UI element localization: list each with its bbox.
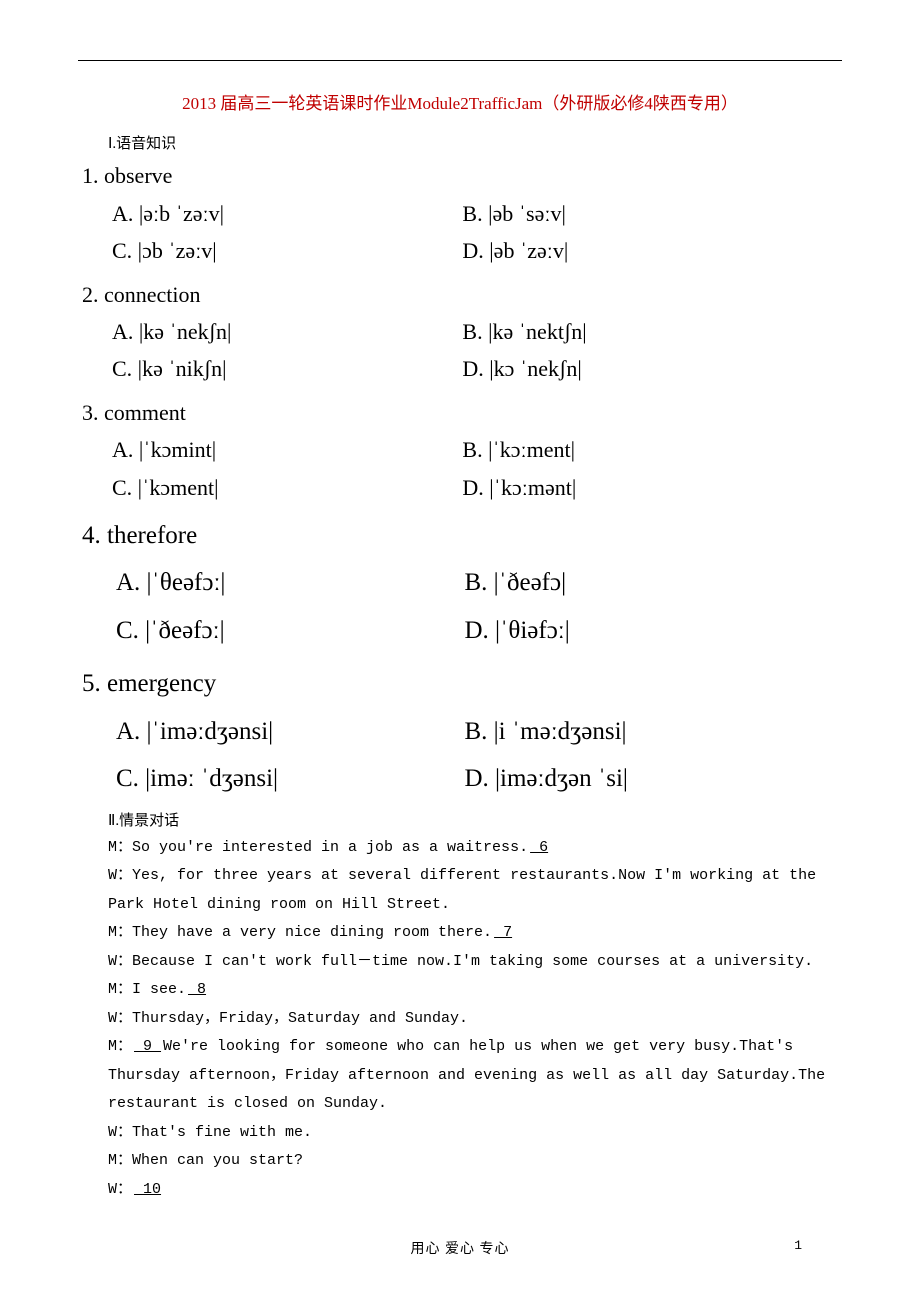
page-container: 2013 届高三一轮英语课时作业Module2TrafficJam（外研版必修4…: [0, 0, 920, 1298]
dlg-6: W：Thursday，Friday，Saturday and Sunday.: [108, 1005, 842, 1034]
q2-option-a: A. |kə ˈnekʃn|: [112, 313, 462, 350]
q1-head: 1. observe: [82, 157, 842, 194]
dlg-6-text: W：Thursday，Friday，Saturday and Sunday.: [108, 1010, 468, 1027]
dlg-3-text: M：They have a very nice dining room ther…: [108, 924, 492, 941]
dlg-7-text: We're looking for someone who can help u…: [108, 1038, 825, 1112]
dlg-10-prefix: W：: [108, 1181, 132, 1198]
dlg-1: M：So you're interested in a job as a wai…: [108, 834, 842, 863]
dlg-4-text: W：Because I can't work full－time now.I'm…: [108, 953, 813, 970]
dlg-5: M：I see. 8: [108, 976, 842, 1005]
dlg-9-text: M：When can you start?: [108, 1152, 303, 1169]
q5-option-d: D. |iməːdʒən ˈsi|: [464, 755, 812, 803]
dlg-10: W： 10: [108, 1176, 842, 1205]
dialogue: M：So you're interested in a job as a wai…: [78, 834, 842, 1205]
question-5: 5. emergency A. |ˈiməːdʒənsi| B. |i ˈməː…: [82, 660, 842, 803]
dlg-8-text: W：That's fine with me.: [108, 1124, 312, 1141]
dlg-2-text: W：Yes, for three years at several differ…: [108, 867, 816, 913]
blank-10: 10: [132, 1181, 163, 1198]
document-title: 2013 届高三一轮英语课时作业Module2TrafficJam（外研版必修4…: [98, 85, 822, 122]
q3-head: 3. comment: [82, 394, 842, 431]
dlg-2: W：Yes, for three years at several differ…: [108, 862, 842, 919]
q5-option-b: B. |i ˈməːdʒənsi|: [464, 708, 812, 756]
q1-option-c: C. |ɔb ˈzəːv|: [112, 232, 462, 269]
dlg-8: W：That's fine with me.: [108, 1119, 842, 1148]
q3-option-c: C. |ˈkɔment|: [112, 469, 462, 506]
blank-7: 7: [492, 924, 514, 941]
blank-8: 8: [186, 981, 208, 998]
q1-option-a: A. |əːb ˈzəːv|: [112, 195, 462, 232]
q5-option-a: A. |ˈiməːdʒənsi|: [116, 708, 464, 756]
page-number: 1: [794, 1238, 802, 1253]
top-rule: [78, 60, 842, 61]
q4-option-a: A. |ˈθeəfɔː|: [116, 559, 464, 607]
q2-option-b: B. |kə ˈnektʃn|: [462, 313, 812, 350]
q4-option-d: D. |ˈθiəfɔː|: [464, 607, 812, 655]
q1-option-d: D. |əb ˈzəːv|: [462, 232, 812, 269]
dlg-1-text: M：So you're interested in a job as a wai…: [108, 839, 528, 856]
dlg-9: M：When can you start?: [108, 1147, 842, 1176]
question-4: 4. therefore A. |ˈθeəfɔː| B. |ˈðeəfɔ| C.…: [82, 512, 842, 655]
q3-option-b: B. |ˈkɔːment|: [462, 431, 812, 468]
question-2: 2. connection A. |kə ˈnekʃn| B. |kə ˈnek…: [82, 276, 842, 388]
dlg-3: M：They have a very nice dining room ther…: [108, 919, 842, 948]
dlg-4: W：Because I can't work full－time now.I'm…: [108, 948, 842, 977]
q5-option-c: C. |iməː ˈdʒənsi|: [116, 755, 464, 803]
blank-9: 9: [132, 1038, 163, 1055]
page-footer: 用心 爱心 专心 1: [78, 1238, 842, 1258]
q4-option-c: C. |ˈðeəfɔː|: [116, 607, 464, 655]
q1-option-b: B. |əb ˈsəːv|: [462, 195, 812, 232]
section-1-heading: Ⅰ.语音知识: [108, 132, 842, 153]
q3-option-a: A. |ˈkɔmint|: [112, 431, 462, 468]
q2-head: 2. connection: [82, 276, 842, 313]
section-2-heading: Ⅱ.情景对话: [108, 809, 842, 830]
q4-option-b: B. |ˈðeəfɔ|: [464, 559, 812, 607]
q3-option-d: D. |ˈkɔːmənt|: [462, 469, 812, 506]
q2-option-d: D. |kɔ ˈnekʃn|: [462, 350, 812, 387]
q4-head: 4. therefore: [82, 512, 842, 560]
blank-6: 6: [528, 839, 550, 856]
question-1: 1. observe A. |əːb ˈzəːv| B. |əb ˈsəːv| …: [82, 157, 842, 269]
dlg-7: M： 9 We're looking for someone who can h…: [108, 1033, 842, 1119]
footer-motto: 用心 爱心 专心: [411, 1242, 510, 1257]
q5-head: 5. emergency: [82, 660, 842, 708]
dlg-5-text: M：I see.: [108, 981, 186, 998]
q2-option-c: C. |kə ˈnikʃn|: [112, 350, 462, 387]
question-3: 3. comment A. |ˈkɔmint| B. |ˈkɔːment| C.…: [82, 394, 842, 506]
dlg-7-prefix: M：: [108, 1038, 132, 1055]
